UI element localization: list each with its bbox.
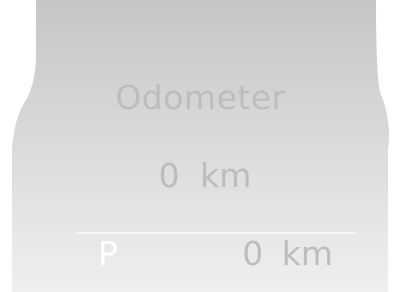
trip-value: 0 km bbox=[242, 234, 333, 273]
odometer-value: 0 km bbox=[158, 156, 252, 195]
gear-indicator: P bbox=[98, 234, 118, 273]
odometer-title: Odometer bbox=[115, 78, 286, 117]
panel-background bbox=[12, 0, 389, 292]
odometer-panel: Odometer 0 km P 0 km bbox=[0, 0, 401, 292]
